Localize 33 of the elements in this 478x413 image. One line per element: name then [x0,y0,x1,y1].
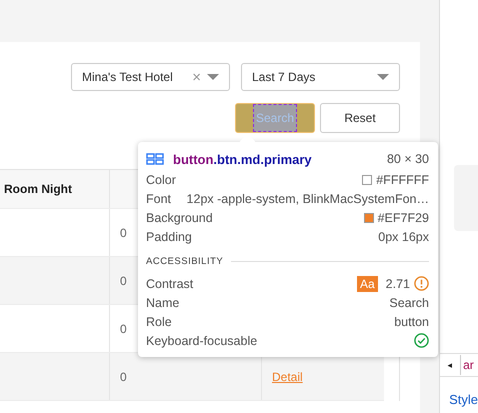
element-size: 80 × 30 [386,152,429,166]
hotel-select[interactable]: Mina's Test Hotel × [71,63,230,91]
property-label: Background [146,210,213,224]
property-value: 0px 16px [378,230,429,244]
reset-button[interactable]: Reset [320,103,400,133]
property-value: button [394,314,429,328]
property-value: Search [389,296,429,310]
table-cell: 0 [120,322,127,336]
property-value: 12px -apple-system, BlinkMacSystemFon… [186,192,429,206]
panel-tab[interactable]: ar [461,358,474,372]
section-title: ACCESSIBILITY [146,256,224,266]
property-label: Contrast [146,276,194,290]
period-select[interactable]: Last 7 Days [241,63,400,91]
caret-icon [377,74,389,80]
property-value: #EF7F29 [378,210,429,224]
table-cell: 0 [120,370,127,384]
scroll-left-button[interactable]: ◂ [440,355,462,375]
table-cell: 0 [120,274,127,288]
styles-tab[interactable]: Style [440,392,478,406]
property-label: Padding [146,230,192,244]
property-label: Color [146,172,176,186]
element-selector: button.btn.md.primary [173,152,312,166]
caret-icon [207,74,219,80]
property-value: #FFFFFF [376,172,429,186]
property-label: Name [146,296,180,310]
column-header: Room Night [0,170,110,208]
property-label: Keyboard-focusable [146,334,258,348]
property-label: Role [146,314,172,328]
element-icon [146,153,164,165]
table-cell: 0 [120,226,127,240]
property-value: 2.71 [386,276,410,290]
contrast-badge: Aa [356,276,378,292]
property-label: Font [146,192,172,206]
